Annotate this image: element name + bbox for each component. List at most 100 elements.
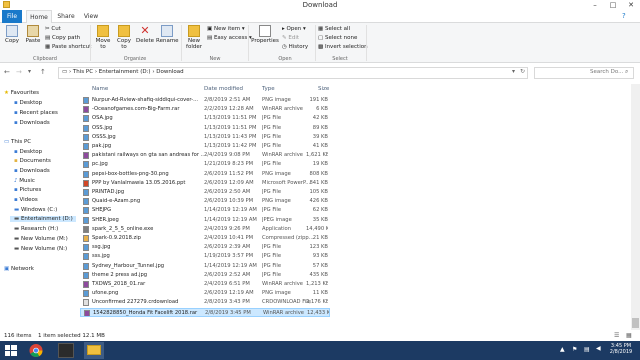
file-row[interactable]: OSA.jpg 1/13/2019 11:51 PM JPG File 42 KB: [80, 114, 330, 123]
back-arrow-icon[interactable]: ←: [4, 68, 10, 76]
breadcrumb-download[interactable]: Download: [156, 69, 183, 75]
file-row[interactable]: SHEJPG 1/14/2019 12:19 AM JPG File 62 KB: [80, 206, 330, 215]
open-button[interactable]: ▸ Open ▾: [282, 26, 306, 32]
help-icon[interactable]: ?: [622, 12, 626, 20]
breadcrumb-entertainment[interactable]: Entertainment (D:): [99, 69, 151, 75]
tab-file[interactable]: File: [2, 10, 22, 23]
file-row[interactable]: pak.jpg 1/13/2019 11:42 PM JPG File 41 KB: [80, 142, 330, 151]
volume-icon[interactable]: ◀: [596, 345, 601, 352]
file-row[interactable]: OSSS.jpg 1/13/2019 11:43 PM JPG File 39 KB: [80, 133, 330, 142]
move-to-button[interactable]: Move to: [93, 25, 113, 50]
paste-button[interactable]: Paste: [24, 25, 42, 44]
file-row[interactable]: SHER.jpeg 1/14/2019 12:19 AM JPEG image 35 …: [80, 216, 330, 225]
tab-view[interactable]: View: [80, 10, 102, 23]
file-row[interactable]: Quaid-e-Azam.png 2/6/2019 10:39 PM PNG ima…: [80, 197, 330, 206]
refresh-icon[interactable]: ↻: [520, 68, 525, 75]
file-row[interactable]: spark_2_5_5_online.exe 2/4/2019 9:26 PM Ap…: [80, 225, 330, 234]
paste-shortcut-button[interactable]: ▦ Paste shortcut: [45, 44, 91, 50]
file-row[interactable]: -Oceanofgames.com-Big-Farm.rar 2/2/2019 1…: [80, 105, 330, 114]
file-row[interactable]: Unconfirmed 227279.crdownload 2/8/2019 3:…: [80, 298, 330, 307]
column-name[interactable]: Name: [92, 86, 108, 92]
file-row[interactable]: theme 2 press ad.jpg 2/6/2019 2:52 AM JPG …: [80, 271, 330, 280]
nav-new-volume-n[interactable]: ▬ New Volume (N:): [14, 246, 67, 252]
easy-access-button[interactable]: ▤ Easy access ▾: [207, 35, 252, 41]
edit-label: Edit: [288, 35, 300, 41]
column-date-modified[interactable]: Date modified: [204, 86, 243, 92]
select-all-button[interactable]: ▦ Select all: [318, 26, 350, 32]
nav-music[interactable]: ♪ Music: [14, 178, 35, 184]
file-row[interactable]: ssg.jpg 2/6/2019 2:39 AM JPG File 123 KB: [80, 243, 330, 252]
file-row[interactable]: pepsi-box-bottles-png-30.png 2/6/2019 11:…: [80, 170, 330, 179]
edit-button[interactable]: ✎ Edit: [282, 35, 299, 41]
nav-recent-places[interactable]: ▪ Recent places: [14, 110, 58, 116]
nav-new-volume-m[interactable]: ▬ New Volume (M:): [14, 236, 68, 242]
rename-button[interactable]: Rename: [156, 25, 179, 44]
file-row[interactable]: PRINTAD.jpg 2/6/2019 2:50 AM JPG File 105 K…: [80, 188, 330, 197]
chrome-icon[interactable]: [28, 343, 44, 358]
flag-icon[interactable]: ⚑: [572, 346, 577, 353]
close-button[interactable]: ✕: [622, 0, 640, 10]
new-folder-button[interactable]: New folder: [183, 25, 205, 50]
file-row[interactable]: OSS.jpg 1/13/2019 11:51 PM JPG File 89 KB: [80, 124, 330, 133]
cut-button[interactable]: ✂ Cut: [45, 26, 61, 32]
clock[interactable]: 3:45 PM 2/8/2019: [604, 343, 638, 355]
nav-pc-desktop[interactable]: ▪ Desktop: [14, 149, 42, 155]
nav-this-pc[interactable]: ▭ This PC: [4, 139, 31, 145]
scrollbar-thumb[interactable]: [632, 318, 639, 328]
nav-pc-downloads[interactable]: ▪ Downloads: [14, 168, 50, 174]
file-row[interactable]: PPP by Vanlalmawia 13.05.2016.ppt 2/6/201…: [80, 179, 330, 188]
file-row[interactable]: Nurpur-Ad-Rview-shafiq-siddiqui-cover-..…: [80, 96, 330, 105]
column-type[interactable]: Type: [262, 86, 275, 92]
file-row[interactable]: sss.jpg 1/19/2019 3:57 PM JPG File 93 KB: [80, 252, 330, 261]
copy-button[interactable]: Copy: [3, 25, 21, 44]
nav-research-h[interactable]: ▬ Research (H:): [14, 226, 58, 232]
minimize-button[interactable]: –: [586, 0, 604, 10]
new-item-button[interactable]: ▣ New item ▾: [207, 26, 245, 32]
star-icon: ★: [4, 90, 11, 96]
details-view-icon[interactable]: ☰: [614, 332, 619, 339]
copy-path-button[interactable]: ▤ Copy path: [45, 35, 80, 41]
nav-network[interactable]: ▣ Network: [4, 266, 34, 272]
file-row[interactable]: ufone.png 2/6/2019 12:19 AM PNG image 11 KB: [80, 289, 330, 298]
nav-documents[interactable]: ▪ Documents: [14, 158, 51, 164]
paste-shortcut-label: Paste shortcut: [51, 44, 92, 50]
copy-to-button[interactable]: Copy to: [114, 25, 134, 50]
media-app-icon[interactable]: [58, 343, 74, 358]
maximize-button[interactable]: □: [604, 0, 622, 10]
invert-selection-button[interactable]: ▩ Invert selection: [318, 44, 368, 50]
taskbar-explorer-active[interactable]: [84, 342, 104, 359]
file-row[interactable]: 1542828850_Honda Fit Facelift 2018.rar 2/…: [80, 307, 330, 317]
nav-desktop[interactable]: ▪ Desktop: [14, 100, 42, 106]
search-icon[interactable]: ⌕: [625, 68, 628, 76]
file-row[interactable]: Spark-0.9.2018.zip 2/4/2019 10:41 PM Compr…: [80, 234, 330, 243]
network-tray-icon[interactable]: ▤: [584, 346, 590, 353]
delete-button[interactable]: ✕ Delete: [135, 25, 155, 45]
windows-start-icon[interactable]: [4, 344, 18, 357]
file-row[interactable]: TXDWS_2018_01.rar 2/4/2019 6:51 PM WinRAR …: [80, 280, 330, 289]
nav-downloads[interactable]: ▪ Downloads: [14, 120, 50, 126]
recent-locations-icon[interactable]: ▾: [28, 68, 31, 75]
nav-videos[interactable]: ▪ Videos: [14, 197, 38, 203]
breadcrumb-this-pc[interactable]: This PC: [73, 69, 93, 75]
file-size: 1,621 KB: [306, 152, 328, 159]
column-size[interactable]: Size: [318, 86, 329, 92]
tray-arrow-icon[interactable]: ▲: [560, 346, 565, 353]
forward-arrow-icon[interactable]: →: [16, 68, 22, 76]
search-input[interactable]: Search Do...: [590, 69, 623, 75]
file-row[interactable]: pc.jpg 1/21/2019 8:23 PM JPG File 19 KB: [80, 160, 330, 169]
file-row[interactable]: Sydney_Harbour_Tunnel.jpg 1/14/2019 12:19…: [80, 262, 330, 271]
up-arrow-icon[interactable]: ↑: [40, 68, 46, 76]
properties-button[interactable]: Properties: [250, 25, 280, 44]
tab-share[interactable]: Share: [54, 10, 78, 23]
nav-pictures[interactable]: ▪ Pictures: [14, 187, 41, 193]
tab-home[interactable]: Home: [26, 10, 52, 23]
select-none-button[interactable]: ▢ Select none: [318, 35, 357, 41]
nav-entertainment-d[interactable]: ▬ Entertainment (D:): [10, 216, 76, 222]
nav-favourites[interactable]: ★ Favourites: [4, 90, 39, 96]
scrollbar[interactable]: [631, 84, 640, 330]
history-button[interactable]: ◷ History: [282, 44, 308, 50]
nav-windows-c[interactable]: ▬ Windows (C:): [14, 207, 57, 213]
address-dropdown-icon[interactable]: ▾: [512, 68, 515, 75]
file-row[interactable]: pakistani railways on gta san andreas fo…: [80, 151, 330, 160]
large-icons-view-icon[interactable]: ▦: [626, 332, 632, 339]
